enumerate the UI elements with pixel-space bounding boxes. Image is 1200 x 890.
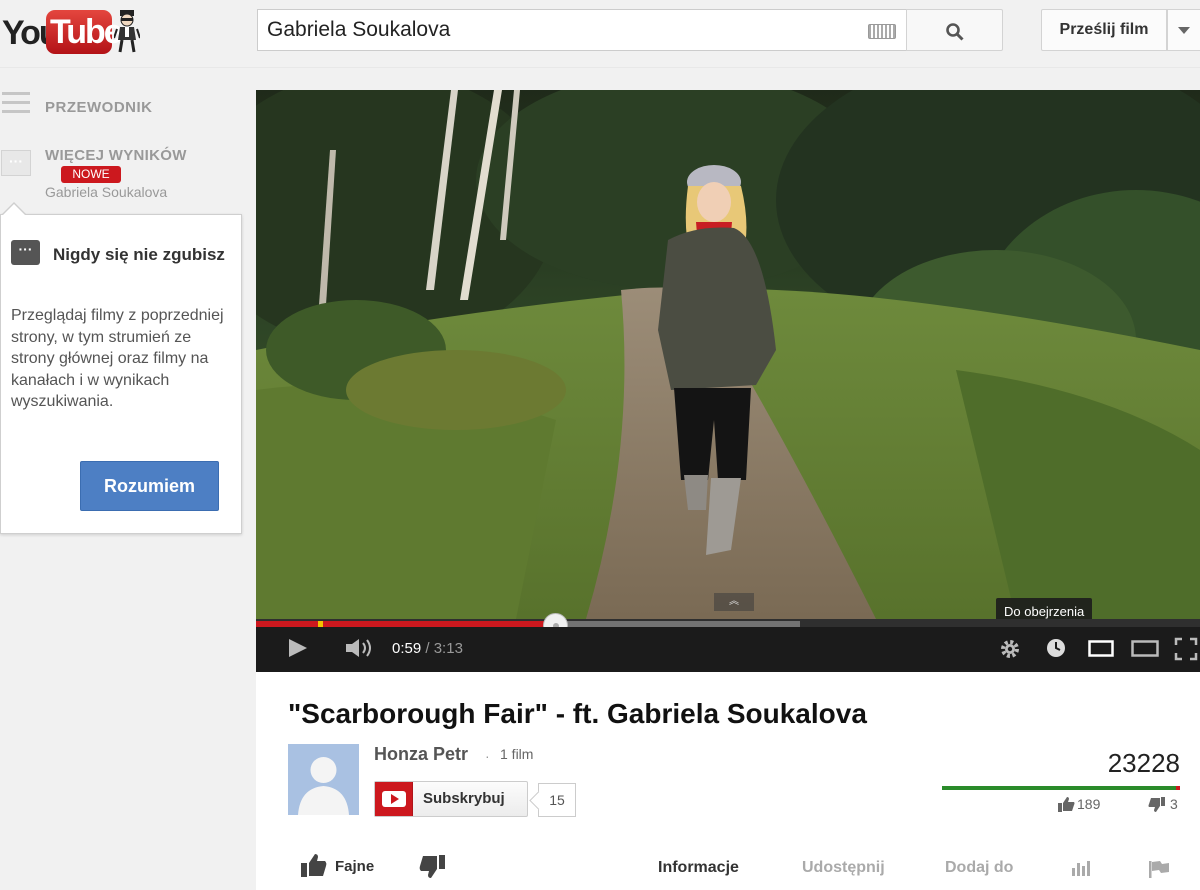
video-frame[interactable] xyxy=(256,90,1200,619)
subscribe-button[interactable]: Subskrybuj xyxy=(374,781,528,817)
tab-info[interactable]: Informacje xyxy=(658,859,739,877)
likes-row: 189 3 xyxy=(942,794,1182,814)
time-display: 0:59 / 3:13 xyxy=(392,640,463,657)
youtube-logo[interactable]: You Tube xyxy=(2,6,142,54)
time-separator: / xyxy=(421,640,434,657)
fullscreen-icon[interactable] xyxy=(1174,637,1198,661)
view-count: 23228 xyxy=(1107,748,1180,778)
volume-icon[interactable] xyxy=(344,637,374,659)
logo-tube-text: Tube xyxy=(50,13,123,51)
dislike-button-icon[interactable] xyxy=(419,854,445,880)
subscribe-label: Subskrybuj xyxy=(423,790,505,807)
like-count: 189 xyxy=(1077,796,1101,812)
tooltip-body: Przeglądaj filmy z poprzedniej strony, w… xyxy=(11,307,224,410)
logo-tube-box: Tube xyxy=(46,10,123,54)
subscriber-count: 15 xyxy=(538,783,576,817)
search-icon xyxy=(946,23,964,41)
thumbs-up-icon xyxy=(1058,797,1075,812)
watch-later-clock-icon[interactable] xyxy=(1046,638,1066,658)
guide-menu-icon[interactable] xyxy=(2,92,30,118)
like-button-icon[interactable] xyxy=(301,852,327,878)
collapse-chevron-icon[interactable]: ︽ xyxy=(714,593,754,611)
default-avatar-icon xyxy=(288,744,359,815)
large-player-icon[interactable] xyxy=(1131,640,1159,657)
small-player-icon[interactable] xyxy=(1088,640,1114,657)
upload-button[interactable]: Prześlij film xyxy=(1041,9,1167,51)
channel-avatar[interactable] xyxy=(288,744,359,815)
got-it-button[interactable]: Rozumiem xyxy=(80,461,219,511)
search-input[interactable] xyxy=(258,10,848,50)
search-box xyxy=(257,9,906,51)
video-title: "Scarborough Fair" - ft. Gabriela Soukal… xyxy=(288,698,867,729)
separator-dot: · xyxy=(485,748,490,764)
guide-tooltip: ··· Nigdy się nie zgubisz Przeglądaj fil… xyxy=(0,202,242,534)
settings-gear-icon[interactable] xyxy=(999,638,1021,660)
like-ratio-fill xyxy=(942,786,1177,790)
tab-share[interactable]: Udostępnij xyxy=(802,859,885,877)
more-results-label[interactable]: WIĘCEJ WYNIKÓW xyxy=(45,147,187,164)
stats-icon[interactable] xyxy=(1071,859,1093,877)
tooltip-title: Nigdy się nie zgubisz xyxy=(53,245,225,264)
play-icon[interactable] xyxy=(286,636,310,660)
new-badge: NOWE xyxy=(61,166,121,183)
total-duration: 3:13 xyxy=(433,640,463,657)
channel-name[interactable]: Honza Petr xyxy=(374,744,468,765)
upload-menu-arrow-icon[interactable] xyxy=(1167,9,1200,51)
youtube-play-icon xyxy=(375,782,413,816)
guide-label[interactable]: PRZEWODNIK xyxy=(45,99,153,116)
dislike-count: 3 xyxy=(1170,796,1178,812)
more-results-icon[interactable]: ··· xyxy=(1,150,31,176)
search-button[interactable] xyxy=(906,9,1003,51)
flag-icon[interactable] xyxy=(1148,860,1170,878)
thumbs-down-icon xyxy=(1148,797,1165,812)
player-controls: 0:59 / 3:13 xyxy=(256,627,1200,672)
like-dislike-bar xyxy=(942,786,1180,790)
channel-video-count[interactable]: 1 film xyxy=(500,746,533,762)
more-results-query[interactable]: Gabriela Soukalova xyxy=(45,184,167,200)
current-time: 0:59 xyxy=(392,640,422,657)
tab-add-to[interactable]: Dodaj do xyxy=(945,859,1013,877)
watch-info: "Scarborough Fair" - ft. Gabriela Soukal… xyxy=(256,672,1200,890)
keyboard-icon[interactable] xyxy=(868,24,896,39)
video-player[interactable]: ︽ Do obejrzenia 0:59 / 3:13 xyxy=(256,90,1200,672)
masthead: You Tube Prześlij film xyxy=(0,0,1200,68)
logo-doodle-icon xyxy=(114,10,140,53)
like-button-label[interactable]: Fajne xyxy=(335,858,374,875)
